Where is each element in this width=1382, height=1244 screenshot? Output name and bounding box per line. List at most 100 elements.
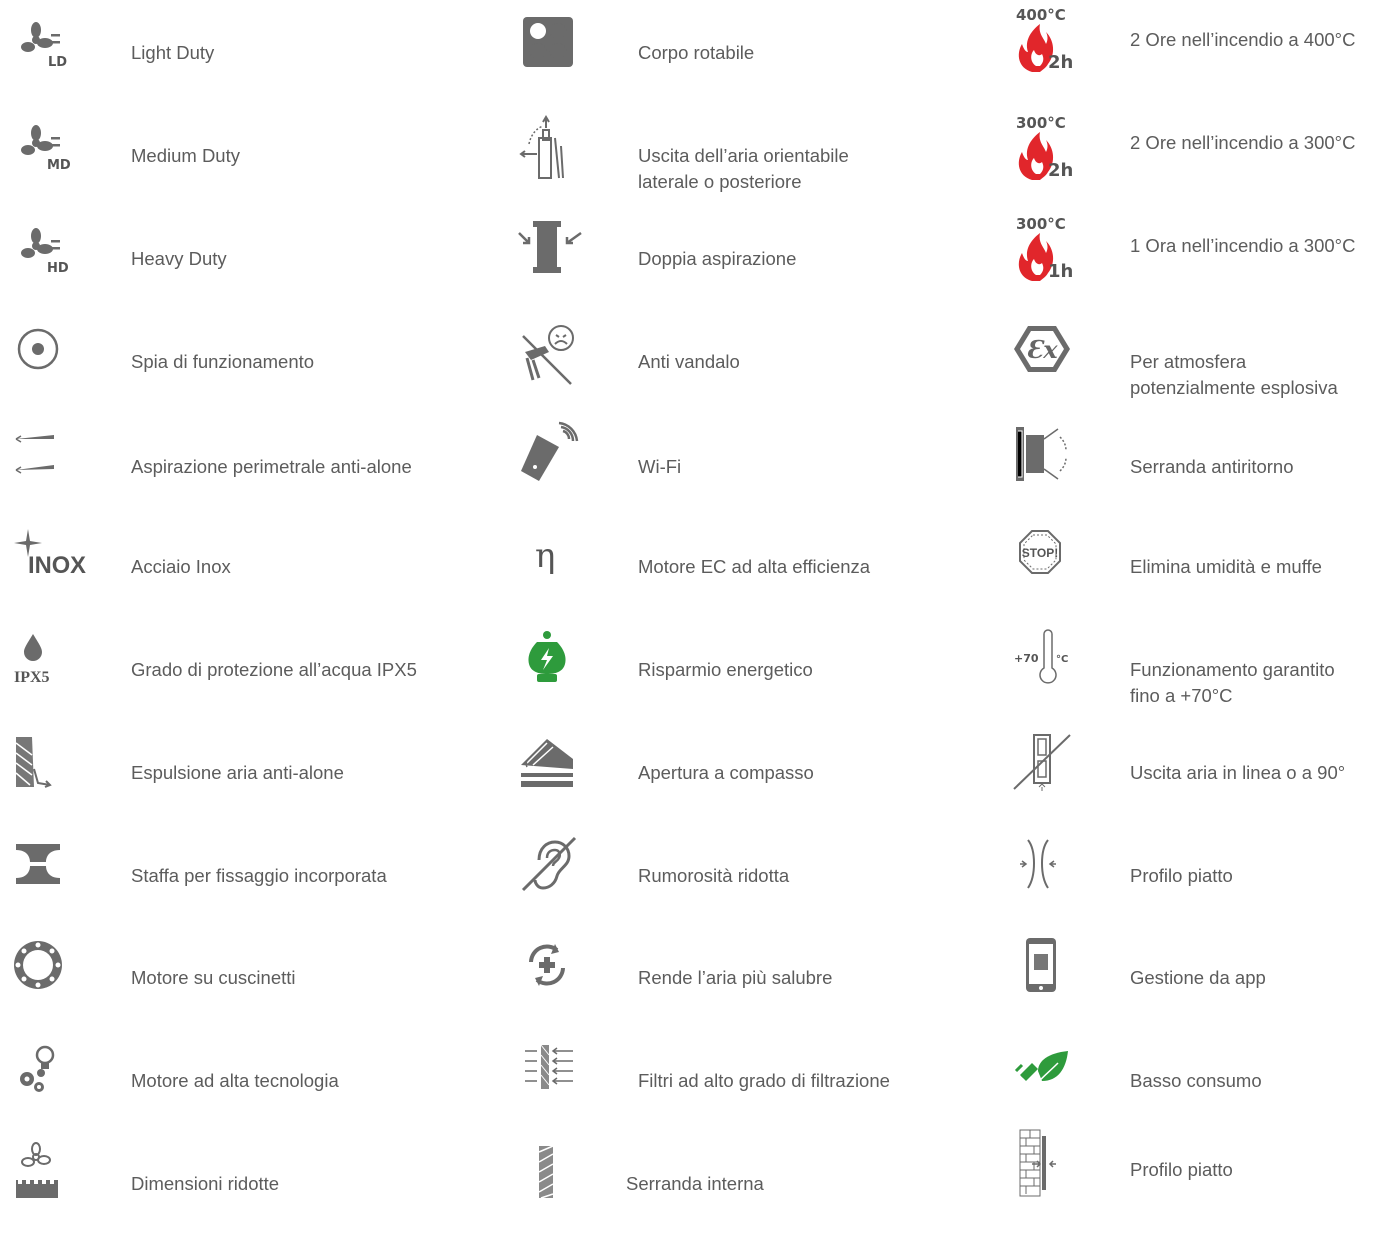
feature-row: Basso consumo: [1012, 1041, 1382, 1141]
feature-row: Anti vandalo: [517, 322, 977, 422]
svg-text:IPX5: IPX5: [14, 669, 50, 686]
eta-icon: η: [517, 527, 597, 597]
feature-label: Aspirazione perimetrale anti-alone: [131, 456, 412, 477]
feature-label: 1 Ora nell’incendio a 300°C: [1130, 235, 1356, 256]
feature-row: Gestione da app: [1012, 938, 1382, 1038]
feature-row: Corpo rotabile: [517, 13, 977, 113]
feature-row: Staffa per fissaggio incorporata: [10, 836, 470, 936]
feature-row: INOX Acciaio Inox: [10, 527, 470, 627]
feature-row: 400°C 2h 2 Ore nell’incendio a 400°C: [1012, 0, 1382, 100]
feature-label: Elimina umidità e muffe: [1130, 556, 1322, 577]
feature-label: Anti vandalo: [638, 351, 740, 372]
feature-row: Serranda antiritorno: [1012, 427, 1382, 527]
feature-label: Rende l’aria più salubre: [638, 967, 833, 988]
svg-text:°C: °C: [1056, 654, 1068, 665]
feature-label: Corpo rotabile: [638, 42, 755, 63]
feature-label: Uscita aria in linea o a 90°: [1130, 762, 1346, 783]
bearing-ring-icon: [10, 938, 90, 1008]
feature-row: Profilo piatto: [1012, 1128, 1382, 1228]
energy-saving-icon: [517, 630, 597, 700]
svg-text:HD: HD: [47, 261, 69, 276]
stainless-steel-icon: INOX: [10, 527, 90, 597]
feature-label: Apertura a compasso: [638, 762, 814, 783]
flat-profile-icon: [1012, 836, 1092, 906]
feature-row: Ɛx Per atmosfera potenzialmente esplosiv…: [1012, 322, 1382, 422]
svg-text:Ɛx: Ɛx: [1026, 335, 1058, 364]
backdraft-damper-icon: [1012, 427, 1092, 497]
feature-label: Gestione da app: [1130, 967, 1266, 988]
rotating-body-icon: [517, 13, 597, 83]
feature-row: MD Medium Duty: [10, 116, 470, 216]
feature-label: Doppia aspirazione: [638, 248, 797, 269]
svg-text:2h: 2h: [1048, 160, 1073, 181]
filter-icon: [517, 1041, 597, 1111]
feature-label: Motore su cuscinetti: [131, 967, 296, 988]
feature-label: Light Duty: [131, 42, 215, 63]
feature-row: Dimensioni ridotte: [10, 1142, 470, 1244]
feature-label: Dimensioni ridotte: [131, 1173, 280, 1194]
feature-row: HD Heavy Duty: [10, 219, 470, 319]
feature-row: Uscita dell’aria orientabile laterale o …: [517, 115, 977, 216]
feature-label: Basso consumo: [1130, 1070, 1262, 1091]
flat-profile-wall-icon: [1012, 1128, 1092, 1198]
svg-text:2h: 2h: [1048, 52, 1073, 73]
fan-medium-duty-icon: MD: [10, 116, 90, 186]
feature-row: Wi-Fi: [517, 421, 977, 527]
feature-row: Spia di funzionamento: [10, 322, 470, 422]
svg-text:300°C: 300°C: [1016, 114, 1066, 132]
svg-text:MD: MD: [47, 158, 71, 173]
feature-label: Espulsione aria anti-alone: [131, 762, 344, 783]
feature-row: Profilo piatto: [1012, 836, 1382, 936]
feature-row: 300°C 2h 2 Ore nell’incendio a 300°C: [1012, 108, 1382, 208]
svg-text:η: η: [535, 536, 555, 576]
feature-label: 2 Ore nell’incendio a 300°C: [1130, 132, 1356, 153]
feature-label: Grado di protezione all’acqua IPX5: [131, 659, 417, 680]
wifi-remote-icon: [517, 421, 597, 497]
low-consumption-icon: [1012, 1041, 1092, 1111]
fire-400-2h-icon: 400°C 2h: [1012, 0, 1092, 80]
feature-row: Aspirazione perimetrale anti-alone: [10, 427, 470, 527]
svg-text:1h: 1h: [1048, 261, 1073, 282]
fan-light-duty-icon: LD: [10, 13, 90, 83]
feature-label: Rumorosità ridotta: [638, 865, 790, 886]
feature-row: +70 °C Funzionamento garantito fino a +70…: [1012, 629, 1382, 730]
feature-row: Uscita aria in linea o a 90°: [1012, 733, 1382, 833]
explosive-atmosphere-icon: Ɛx: [1012, 322, 1092, 392]
reduced-noise-icon: [517, 836, 597, 906]
feature-label: Acciaio Inox: [131, 556, 231, 577]
feature-row: Doppia aspirazione: [517, 219, 977, 319]
smartphone-app-icon: [1012, 938, 1092, 1008]
feature-row: Rumorosità ridotta: [517, 836, 977, 936]
feature-label: Wi-Fi: [638, 456, 682, 477]
feature-row: Rende l’aria più salubre: [517, 938, 977, 1038]
compact-fan-icon: [10, 1142, 90, 1214]
feature-label: Risparmio energetico: [638, 659, 813, 680]
water-drop-icon: IPX5: [10, 630, 90, 700]
feature-label: Staffa per fissaggio incorporata: [131, 865, 387, 886]
fire-300-1h-icon: 300°C 1h: [1012, 209, 1092, 289]
feature-row: Espulsione aria anti-alone: [10, 733, 470, 833]
feature-label: Profilo piatto: [1130, 1159, 1233, 1180]
internal-damper-icon: [517, 1144, 597, 1214]
feature-row: STOP! Elimina umidità e muffe: [1012, 527, 1382, 627]
svg-text:INOX: INOX: [28, 552, 86, 579]
feature-row: Motore su cuscinetti: [10, 938, 470, 1038]
feature-label: Profilo piatto: [1130, 865, 1233, 886]
adjustable-outlet-icon: [517, 115, 597, 186]
feature-label: Spia di funzionamento: [131, 351, 315, 372]
anti-vandal-icon: [517, 322, 597, 392]
healthy-air-icon: [517, 938, 597, 1008]
feature-label: Filtri ad alto grado di filtrazione: [638, 1070, 890, 1091]
svg-text:+70: +70: [1014, 652, 1039, 665]
feature-row: LD Light Duty: [10, 13, 470, 113]
feature-label: Serranda antiritorno: [1130, 456, 1294, 477]
feature-label: Uscita dell’aria orientabile laterale o …: [638, 145, 849, 192]
feature-label: Funzionamento garantito fino a +70°C: [1130, 659, 1335, 706]
stop-mold-icon: STOP!: [1012, 527, 1092, 597]
feature-row: Motore ad alta tecnologia: [10, 1041, 470, 1141]
feature-label: Motore ad alta tecnologia: [131, 1070, 339, 1091]
gears-bulb-icon: [10, 1041, 90, 1111]
feature-label: Heavy Duty: [131, 248, 227, 269]
feature-label: Medium Duty: [131, 145, 240, 166]
feature-label: Per atmosfera potenzialmente esplosiva: [1130, 351, 1338, 398]
